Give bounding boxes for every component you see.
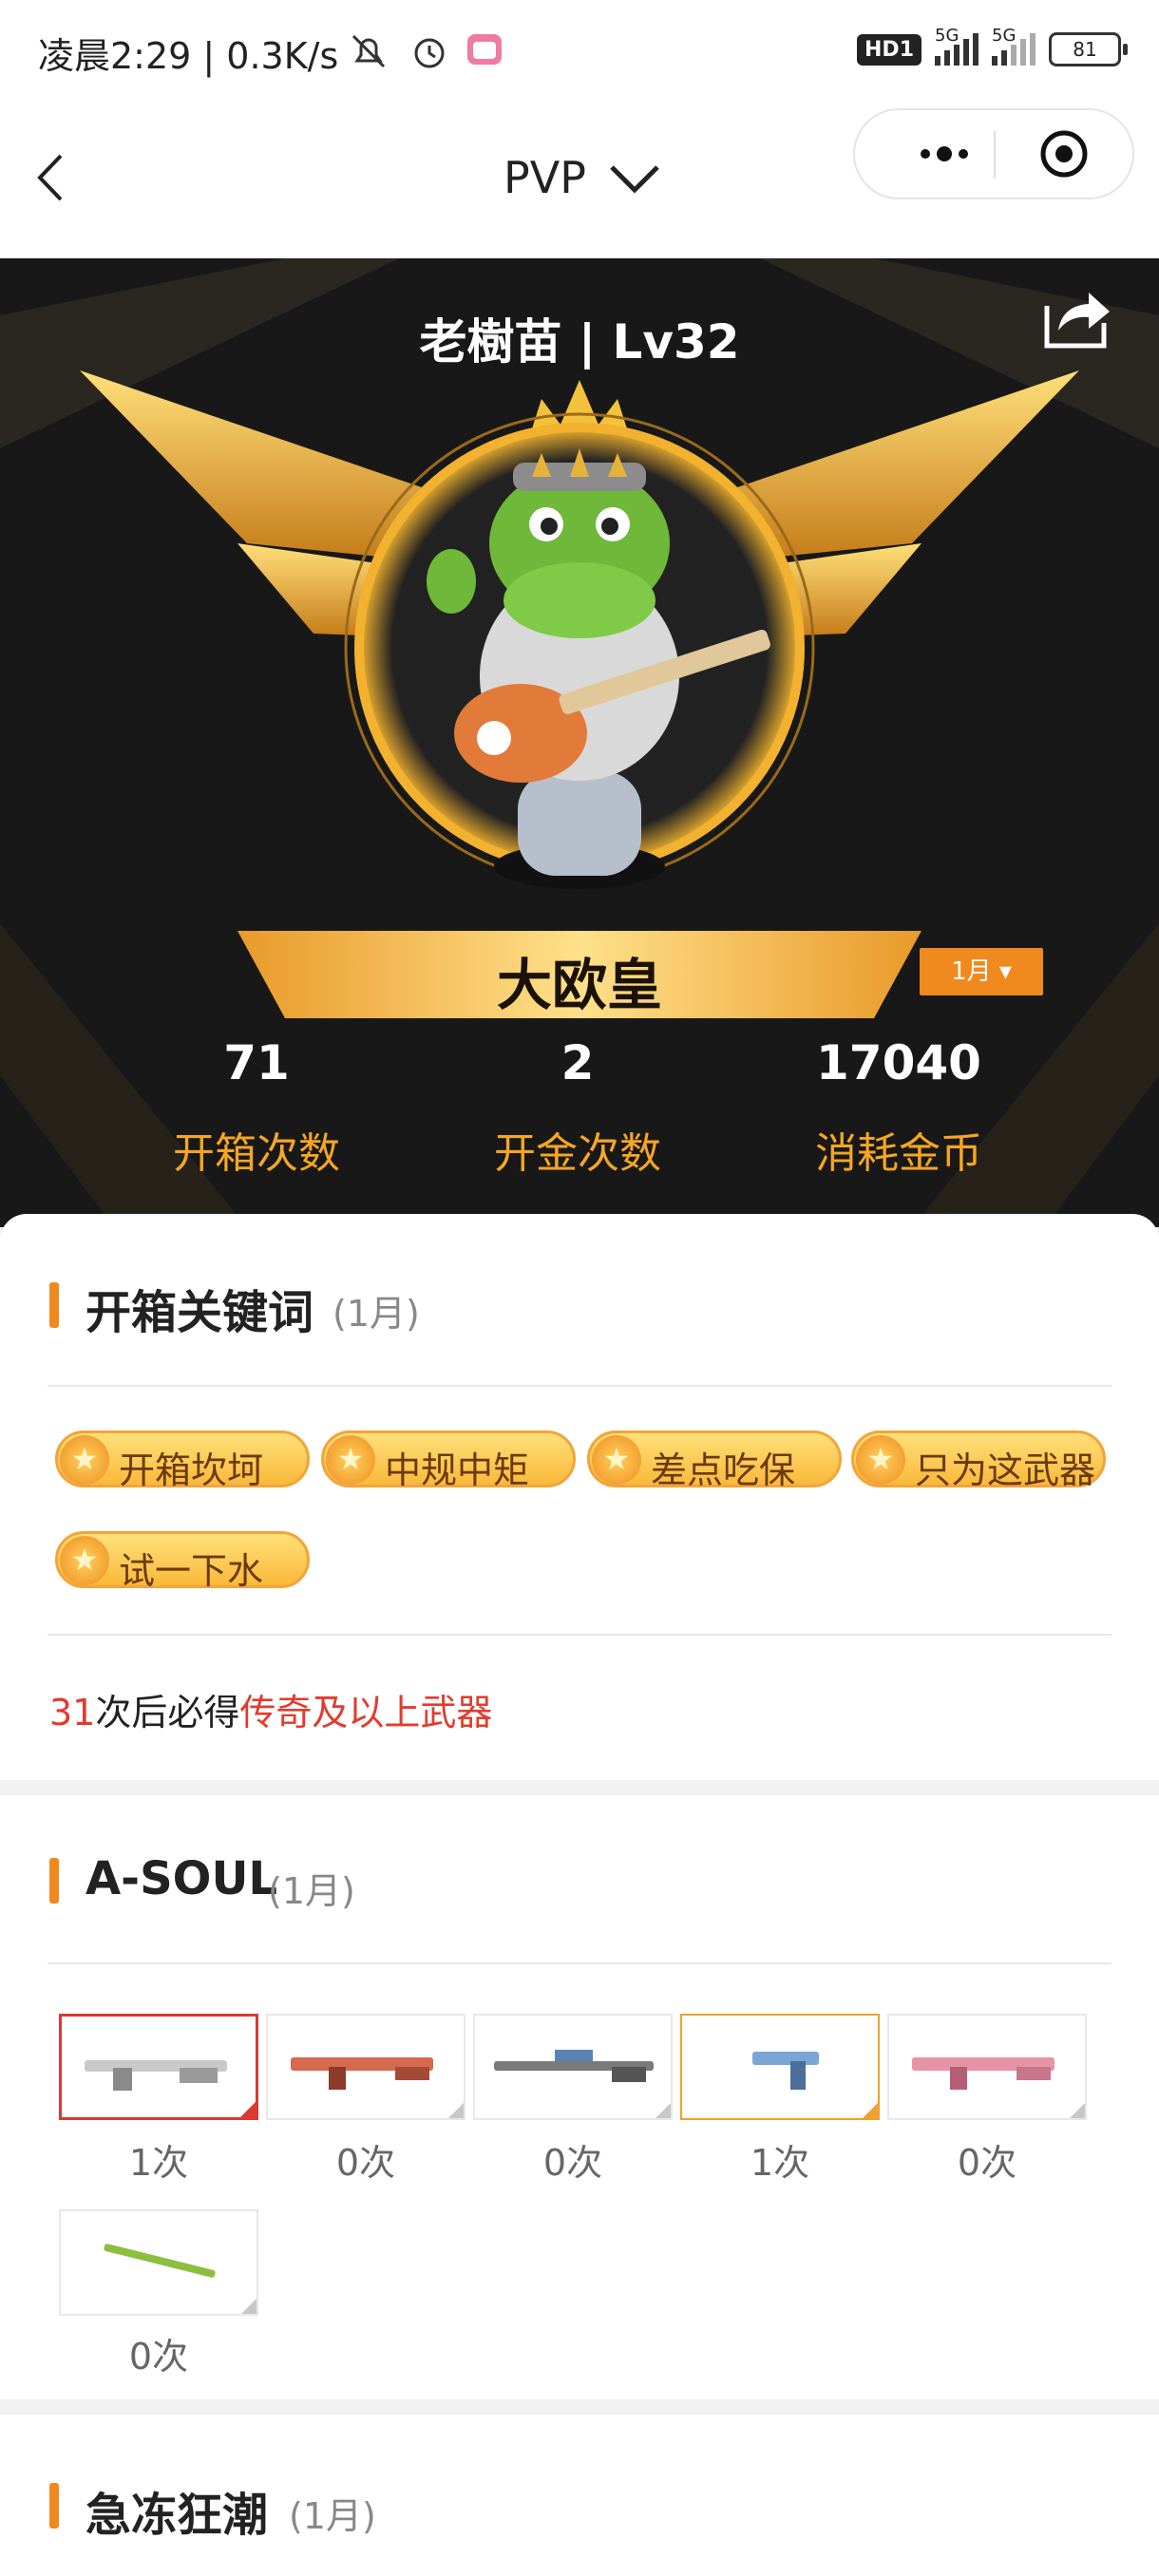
bilibili-app-icon (467, 34, 502, 65)
section-marker (49, 1282, 59, 1328)
section-period: (1月) (332, 1293, 420, 1335)
weapon-item[interactable] (887, 2014, 1087, 2120)
star-badge-icon (326, 1435, 375, 1485)
stat-gold-count: 2 开金次数 (426, 1035, 730, 1180)
keyword-tag: 开箱坎坷 (55, 1430, 310, 1491)
share-icon[interactable] (1037, 277, 1115, 355)
divider (48, 1385, 1112, 1387)
stat-label: 开箱次数 (173, 1129, 340, 1178)
weapon-count: 1次 (750, 2142, 810, 2184)
close-mini-program-icon[interactable] (1036, 125, 1092, 182)
star-badge-icon (60, 1435, 109, 1485)
profile-hero: 老樹苗 | Lv32 大欧皇 1月 ▾ 71 开箱次数 2 开金次数 17040… (0, 258, 1159, 1227)
hd-badge: HD1 (857, 33, 922, 66)
keyword-tag: 只为这武器 (851, 1430, 1106, 1491)
star-badge-icon (856, 1435, 905, 1485)
rifle-icon (85, 2060, 227, 2091)
keywords-card: 开箱关键词 (1月) 开箱坎坷 中规中矩 差点吃保 只为这武器 试一下水 31次… (0, 1214, 1159, 1780)
weapon-item[interactable] (266, 2014, 466, 2120)
rifle-icon (912, 2057, 1054, 2090)
mini-program-capsule (853, 108, 1134, 199)
chevron-down-icon[interactable] (608, 160, 661, 198)
keyword-tag: 试一下水 (55, 1531, 310, 1592)
section-period: (1月) (268, 1870, 355, 1912)
stat-value: 17040 (816, 1035, 981, 1090)
weapon-count: 0次 (335, 2142, 396, 2184)
stat-label: 消耗金币 (815, 1129, 982, 1178)
stat-value: 2 (560, 1035, 595, 1090)
divider (48, 1962, 1112, 1964)
stat-value: 71 (223, 1035, 290, 1090)
weapon-item[interactable] (473, 2014, 673, 2120)
section-marker (49, 2483, 59, 2529)
section-title: 开箱关键词 (86, 1286, 314, 1339)
section-title: A-SOUL (86, 1852, 278, 1905)
page-title[interactable]: PVP (504, 152, 586, 203)
battery-icon: 81 (1049, 32, 1128, 66)
star-badge-icon (592, 1435, 641, 1485)
back-arrow-icon[interactable] (27, 144, 84, 211)
stat-open-count: 71 开箱次数 (104, 1035, 408, 1180)
signal-icon: 5G (935, 26, 978, 66)
weapon-count: 0次 (128, 2336, 189, 2377)
mute-notification-icon (352, 34, 386, 68)
month-dropdown[interactable]: 1月 ▾ (920, 948, 1043, 995)
rifle-icon (291, 2057, 433, 2090)
keyword-tag: 差点吃保 (587, 1430, 842, 1491)
weapon-count: 0次 (957, 2142, 1017, 2184)
alarm-icon (414, 38, 445, 68)
pistol-icon (752, 2052, 819, 2090)
signal-icon-2: 5G (992, 26, 1036, 66)
user-name-level: 老樹苗 | Lv32 (419, 314, 740, 369)
weapon-count: 0次 (542, 2142, 603, 2184)
asoul-card: A-SOUL (1月) 1次 0次 0次 1次 0次 0次 (0, 1795, 1159, 2399)
stat-label: 开金次数 (494, 1129, 661, 1178)
frost-card: 急冻狂潮 (1月) (0, 2415, 1159, 2576)
stat-coins-spent: 17040 消耗金币 (747, 1035, 1051, 1180)
guarantee-text: 31次后必得传奇及以上武器 (49, 1692, 493, 1733)
more-options-icon[interactable] (893, 129, 988, 179)
divider (48, 1634, 1112, 1636)
weapon-item[interactable] (680, 2014, 880, 2120)
weapon-item[interactable] (59, 2209, 258, 2316)
sniper-rifle-icon (494, 2050, 654, 2082)
status-time: 凌晨2:29 | 0.3K/s (38, 35, 339, 77)
section-marker (49, 1858, 59, 1904)
weapon-item[interactable] (59, 2014, 258, 2120)
melee-weapon-icon (104, 2244, 216, 2278)
section-period: (1月) (289, 2495, 376, 2537)
status-bar: 凌晨2:29 | 0.3K/s HD1 5G 5G 81 (0, 0, 1159, 104)
weapon-count: 1次 (128, 2142, 189, 2184)
star-badge-icon (60, 1536, 109, 1585)
nav-bar: PVP (0, 104, 1159, 258)
section-title: 急冻狂潮 (86, 2489, 269, 2542)
keyword-tag: 中规中矩 (321, 1430, 576, 1491)
